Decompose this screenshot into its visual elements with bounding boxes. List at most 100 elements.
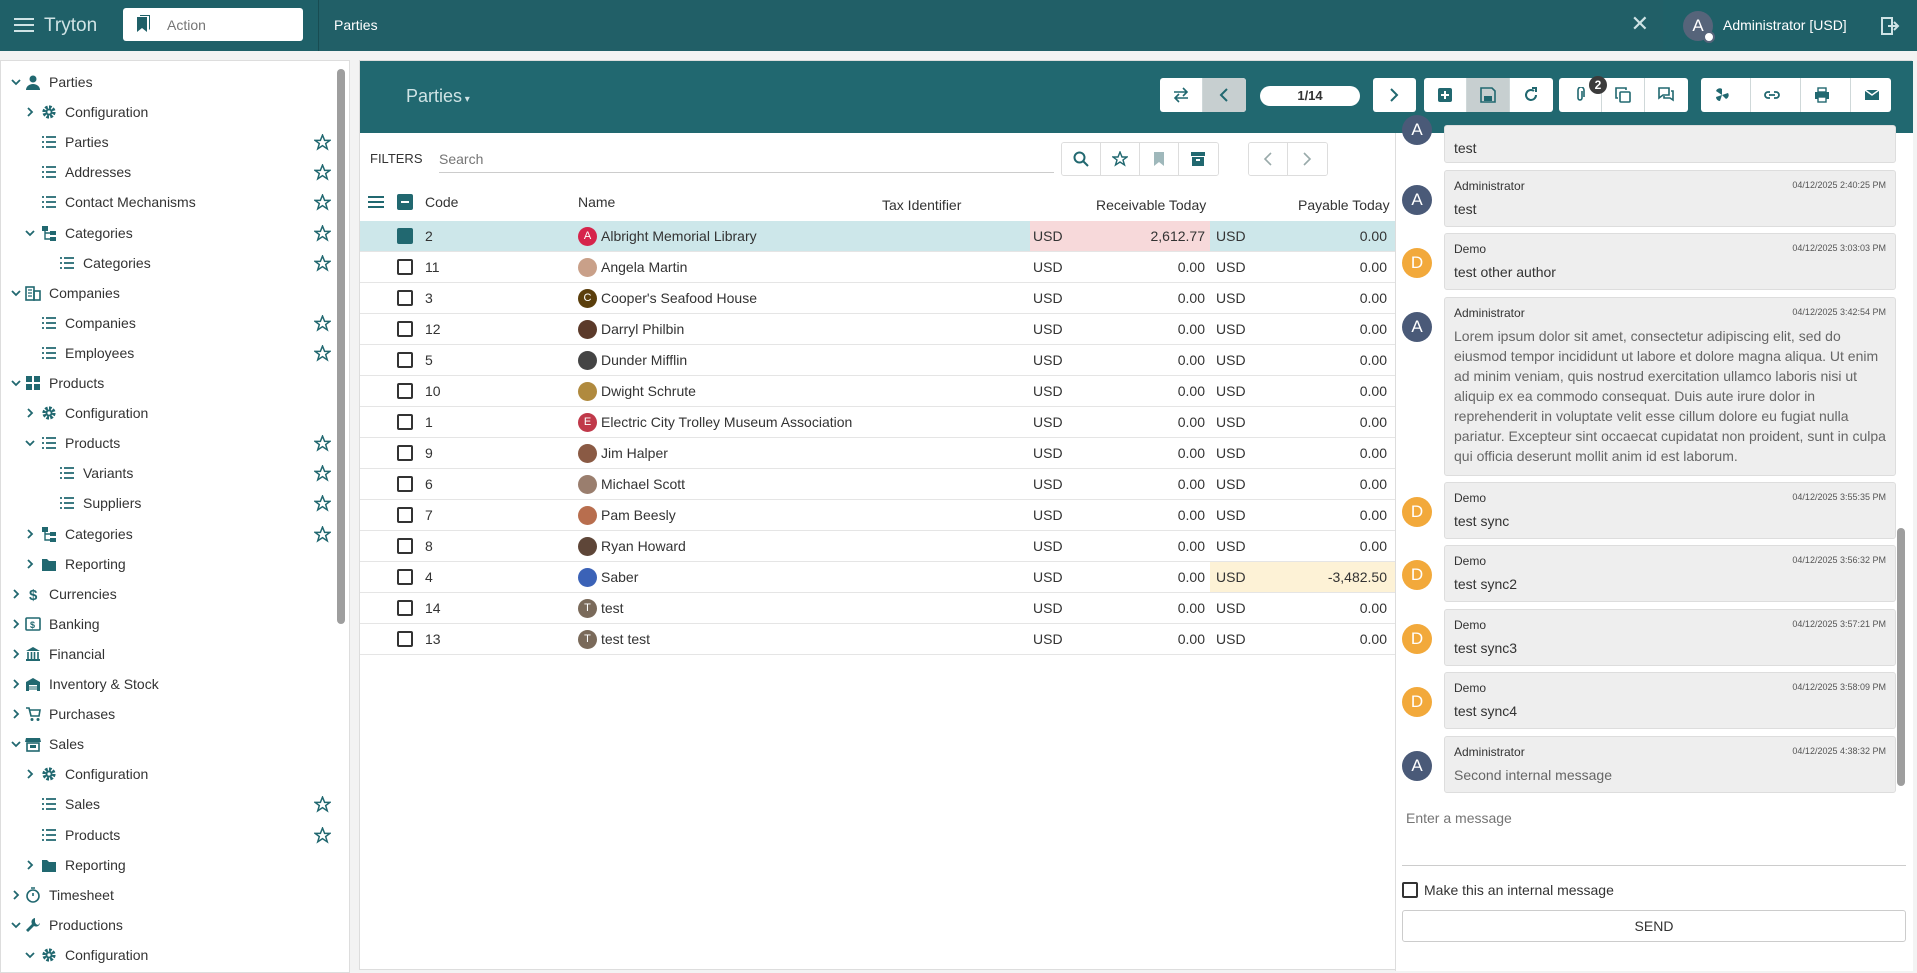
star-icon[interactable] xyxy=(314,254,331,272)
sidebar-item-products[interactable]: Products xyxy=(1,820,341,850)
star-icon[interactable] xyxy=(314,826,331,844)
chevron-down-icon[interactable] xyxy=(11,288,21,298)
next-record-button[interactable] xyxy=(1373,78,1416,112)
sidebar-item-categories[interactable]: Categories xyxy=(1,218,341,248)
chevron-right-icon[interactable] xyxy=(25,107,35,117)
chevron-right-icon[interactable] xyxy=(11,649,21,659)
sidebar-item-parties[interactable]: Parties xyxy=(1,67,341,97)
copy-button[interactable] xyxy=(1602,78,1645,112)
search-input[interactable] xyxy=(439,145,1054,173)
chevron-right-icon[interactable] xyxy=(11,709,21,719)
table-row[interactable]: 2 A Albright Memorial Library USD 2,612.77 US… xyxy=(360,221,1395,252)
sidebar-item-configuration[interactable]: Configuration xyxy=(1,940,341,970)
form-title[interactable]: Parties ▾ xyxy=(406,86,470,107)
sidebar-item-timesheet[interactable]: Timesheet xyxy=(1,880,341,910)
star-icon[interactable] xyxy=(314,194,331,212)
sidebar-item-reporting[interactable]: Reporting xyxy=(1,549,341,579)
chat-scrollbar[interactable] xyxy=(1897,528,1905,786)
column-payable-today[interactable]: Payable Today xyxy=(1298,197,1390,213)
sidebar-scrollbar[interactable] xyxy=(337,69,345,624)
record-counter[interactable]: 1/14 xyxy=(1260,86,1360,106)
sidebar-item-banking[interactable]: $ Banking xyxy=(1,609,341,639)
table-row[interactable]: 11 Angela Martin USD 0.00 USD 0.00 xyxy=(360,252,1395,283)
email-button[interactable] xyxy=(1851,78,1891,112)
user-avatar[interactable]: A xyxy=(1683,11,1715,43)
action-search-box[interactable] xyxy=(123,8,303,41)
bookmark-icon[interactable] xyxy=(135,15,151,34)
star-icon[interactable] xyxy=(314,134,331,151)
row-checkbox[interactable] xyxy=(397,476,413,492)
print-menu-button[interactable] xyxy=(1801,78,1851,112)
chevron-down-icon[interactable] xyxy=(25,438,35,448)
table-row[interactable]: 13 Ttest test USD 0.00 USD 0.00 xyxy=(360,624,1395,655)
chevron-down-icon[interactable] xyxy=(11,739,21,749)
row-checkbox[interactable] xyxy=(397,600,413,616)
chevron-right-icon[interactable] xyxy=(11,890,21,900)
archive-filter-button[interactable] xyxy=(1179,143,1218,175)
sidebar-item-configuration[interactable]: Configuration xyxy=(1,97,341,127)
internal-message-label[interactable]: Make this an internal message xyxy=(1424,882,1614,898)
table-row[interactable]: 10 Dwight Schrute USD 0.00 USD 0.00 xyxy=(360,376,1395,407)
chevron-right-icon[interactable] xyxy=(25,408,35,418)
message-input[interactable] xyxy=(1402,806,1906,866)
row-checkbox[interactable] xyxy=(397,321,413,337)
sidebar-item-parties[interactable]: Parties xyxy=(1,127,341,157)
star-icon[interactable] xyxy=(314,525,331,543)
star-icon[interactable] xyxy=(314,435,331,452)
star-icon[interactable] xyxy=(314,465,331,482)
table-row[interactable]: 1 E Electric City Trolley Museum Associati… xyxy=(360,407,1395,438)
action-menu-button[interactable] xyxy=(1701,78,1751,112)
save-button[interactable] xyxy=(1467,78,1510,112)
logout-icon[interactable] xyxy=(1880,16,1900,36)
user-name[interactable]: Administrator [USD] xyxy=(1723,17,1847,33)
action-input[interactable] xyxy=(167,14,297,36)
chevron-right-icon[interactable] xyxy=(11,679,21,689)
row-checkbox[interactable] xyxy=(397,290,413,306)
star-icon[interactable] xyxy=(314,344,331,362)
sidebar-item-variants[interactable]: Variants xyxy=(1,458,341,488)
column-name[interactable]: Name xyxy=(578,194,615,210)
chevron-right-icon[interactable] xyxy=(25,528,35,539)
table-row[interactable]: 7 Pam Beesly USD 0.00 USD 0.00 xyxy=(360,500,1395,531)
chevron-down-icon[interactable] xyxy=(11,77,21,87)
internal-message-checkbox[interactable] xyxy=(1402,882,1418,898)
sidebar-item-companies[interactable]: Companies xyxy=(1,278,341,308)
new-record-button[interactable] xyxy=(1424,78,1467,112)
row-checkbox[interactable] xyxy=(397,631,413,647)
sidebar-item-inventory-stock[interactable]: Inventory & Stock xyxy=(1,669,341,699)
send-button[interactable]: SEND xyxy=(1402,910,1906,942)
star-icon[interactable] xyxy=(314,314,331,332)
row-checkbox[interactable] xyxy=(397,352,413,368)
select-all-checkbox[interactable] xyxy=(397,194,413,210)
star-icon[interactable] xyxy=(314,796,331,814)
sidebar-item-categories[interactable]: Categories xyxy=(1,248,341,278)
column-tax-identifier[interactable]: Tax Identifier xyxy=(882,197,961,213)
switch-view-button[interactable] xyxy=(1160,78,1203,112)
sidebar-item-contact-mechanisms[interactable]: Contact Mechanisms xyxy=(1,187,341,217)
chevron-right-icon[interactable] xyxy=(11,619,21,629)
reload-button[interactable] xyxy=(1510,78,1553,112)
attachment-button[interactable]: 2 xyxy=(1559,76,1607,112)
star-icon[interactable] xyxy=(314,164,331,181)
chevron-right-icon[interactable] xyxy=(25,859,35,870)
menu-toggle-button[interactable] xyxy=(14,14,36,36)
sidebar-item-financial[interactable]: Financial xyxy=(1,639,341,669)
sidebar-item-configuration[interactable]: Configuration xyxy=(1,398,341,428)
sidebar-item-purchases[interactable]: Purchases xyxy=(1,699,341,729)
sidebar-item-configuration[interactable]: Configuration xyxy=(1,759,341,789)
table-row[interactable]: 8 Ryan Howard USD 0.00 USD 0.00 xyxy=(360,531,1395,562)
bookmark-filter-button[interactable] xyxy=(1101,143,1140,175)
next-page-button[interactable] xyxy=(1288,143,1327,175)
sidebar-item-addresses[interactable]: Addresses xyxy=(1,157,341,187)
chevron-right-icon[interactable] xyxy=(11,589,21,599)
table-row[interactable]: 4 Saber USD 0.00 USD -3,482.50 xyxy=(360,562,1395,593)
sidebar-item-currencies[interactable]: $ Currencies xyxy=(1,579,341,609)
column-menu-icon[interactable] xyxy=(368,195,384,209)
sidebar-item-categories[interactable]: Categories xyxy=(1,519,341,549)
table-row[interactable]: 6 Michael Scott USD 0.00 USD 0.00 xyxy=(360,469,1395,500)
table-row[interactable]: 9 Jim Halper USD 0.00 USD 0.00 xyxy=(360,438,1395,469)
relate-menu-button[interactable] xyxy=(1751,78,1801,112)
search-button[interactable] xyxy=(1062,143,1101,175)
sidebar-item-products[interactable]: Products xyxy=(1,428,341,458)
sidebar-item-employees[interactable]: Employees xyxy=(1,338,341,368)
